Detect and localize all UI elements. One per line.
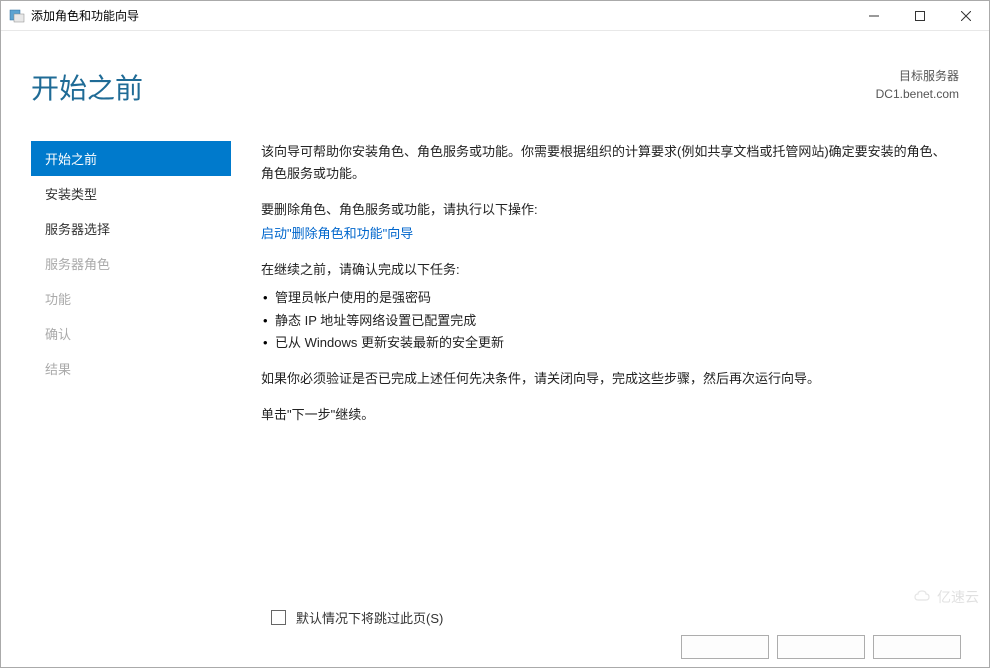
skip-label: 默认情况下将跳过此页(S) xyxy=(296,608,443,627)
nav-sidebar: 开始之前 安装类型 服务器选择 服务器角色 功能 确认 结果 xyxy=(31,141,231,440)
nav-item-install-type[interactable]: 安装类型 xyxy=(31,176,231,211)
server-info: 目标服务器 DC1.benet.com xyxy=(876,67,959,103)
button[interactable] xyxy=(777,635,865,659)
continue-note: 单击"下一步"继续。 xyxy=(261,404,949,426)
nav-item-server-roles: 服务器角色 xyxy=(31,246,231,281)
skip-checkbox[interactable] xyxy=(271,610,286,625)
nav-item-confirm: 确认 xyxy=(31,316,231,351)
button-row xyxy=(681,635,961,659)
remove-roles-link[interactable]: 启动"删除角色和功能"向导 xyxy=(261,223,949,245)
app-icon xyxy=(9,8,25,24)
minimize-button[interactable] xyxy=(851,1,897,30)
cloud-icon xyxy=(913,589,933,606)
remove-instruction: 要删除角色、角色服务或功能，请执行以下操作: xyxy=(261,199,949,221)
maximize-button[interactable] xyxy=(897,1,943,30)
main-content: 该向导可帮助你安装角色、角色服务或功能。你需要根据组织的计算要求(例如共享文档或… xyxy=(231,141,959,440)
watermark: 亿速云 xyxy=(913,587,979,607)
task-list: 管理员帐户使用的是强密码 静态 IP 地址等网络设置已配置完成 已从 Windo… xyxy=(261,287,949,353)
task-item: 已从 Windows 更新安装最新的安全更新 xyxy=(261,332,949,354)
close-button[interactable] xyxy=(943,1,989,30)
nav-item-before-begin[interactable]: 开始之前 xyxy=(31,141,231,176)
nav-item-server-selection[interactable]: 服务器选择 xyxy=(31,211,231,246)
title-bar: 添加角色和功能向导 xyxy=(1,1,989,31)
window-title: 添加角色和功能向导 xyxy=(31,7,851,24)
watermark-text: 亿速云 xyxy=(937,587,979,607)
verify-note: 如果你必须验证是否已完成上述任何先决条件，请关闭向导，完成这些步骤，然后再次运行… xyxy=(261,368,949,390)
prereq-intro: 在继续之前，请确认完成以下任务: xyxy=(261,259,949,281)
button[interactable] xyxy=(681,635,769,659)
nav-item-features: 功能 xyxy=(31,281,231,316)
window-controls xyxy=(851,1,989,30)
skip-row: 默认情况下将跳过此页(S) xyxy=(271,608,443,627)
task-item: 管理员帐户使用的是强密码 xyxy=(261,287,949,309)
button[interactable] xyxy=(873,635,961,659)
task-item: 静态 IP 地址等网络设置已配置完成 xyxy=(261,310,949,332)
window: 添加角色和功能向导 开始之前 目标服务器 DC1.benet.com 开始之前 … xyxy=(0,0,990,668)
header: 开始之前 目标服务器 DC1.benet.com xyxy=(1,31,989,141)
server-label: 目标服务器 xyxy=(876,67,959,85)
nav-item-results: 结果 xyxy=(31,351,231,386)
intro-text: 该向导可帮助你安装角色、角色服务或功能。你需要根据组织的计算要求(例如共享文档或… xyxy=(261,141,949,185)
server-name: DC1.benet.com xyxy=(876,85,959,103)
content-area: 开始之前 安装类型 服务器选择 服务器角色 功能 确认 结果 该向导可帮助你安装… xyxy=(1,141,989,440)
page-title: 开始之前 xyxy=(31,67,143,107)
